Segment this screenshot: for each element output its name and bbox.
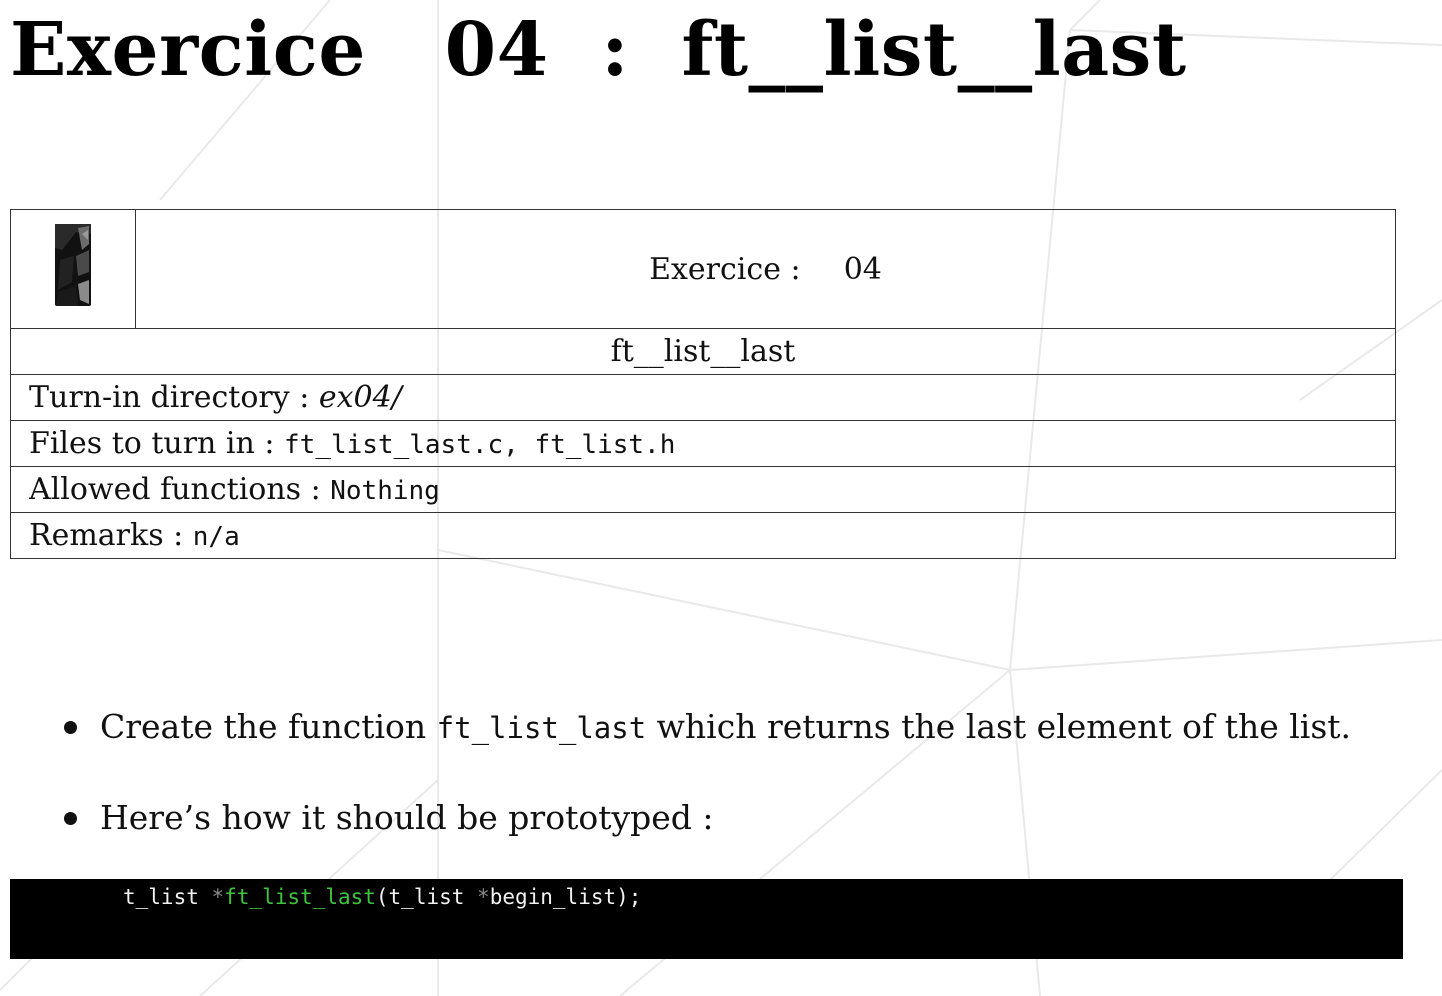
turn-in-label: Turn-in directory : xyxy=(29,380,319,415)
instruction-function-name: ft_list_last xyxy=(436,711,647,745)
exercise-number: 04 xyxy=(843,251,882,287)
exercise-header-table: Exercice : 04 ft__list__last Turn-in dir… xyxy=(10,209,1396,559)
files-value: ft_list_last.c, ft_list.h xyxy=(284,430,676,460)
files-cell: Files to turn in : ft_list_last.c, ft_li… xyxy=(10,420,1396,467)
table-row-remarks: Remarks : n/a xyxy=(10,512,1396,559)
remarks-cell: Remarks : n/a xyxy=(10,512,1396,559)
42-logo-icon xyxy=(55,224,91,306)
code-arg-pointer-star: * xyxy=(477,885,490,909)
files-label: Files to turn in : xyxy=(29,426,285,461)
instruction-prototype-text: Here’s how it should be prototyped : xyxy=(100,798,714,837)
turn-in-value: ex04/ xyxy=(318,380,402,415)
bullet-icon xyxy=(64,812,77,825)
turn-in-cell: Turn-in directory : ex04/ xyxy=(10,374,1396,421)
table-row-name: ft__list__last xyxy=(10,328,1396,375)
code-pointer-star: * xyxy=(211,885,225,909)
list-item: Here’s how it should be prototyped : xyxy=(58,791,1351,845)
table-row-files: Files to turn in : ft_list_last.c, ft_li… xyxy=(10,420,1396,467)
code-args-open: (t_list xyxy=(375,885,478,909)
instruction-text-post: which returns the last element of the li… xyxy=(646,707,1352,746)
remarks-value: n/a xyxy=(192,522,240,552)
exercise-number-cell: Exercice : 04 xyxy=(135,209,1396,329)
bullet-icon xyxy=(64,721,77,734)
table-row-header: Exercice : 04 xyxy=(10,209,1396,329)
list-item: Create the function ft_list_last which r… xyxy=(58,700,1351,754)
table-row-allowed: Allowed functions : Nothing xyxy=(10,466,1396,513)
instructions-list: Create the function ft_list_last which r… xyxy=(58,700,1351,882)
exercise-label: Exercice : xyxy=(649,251,801,287)
exercise-name: ft__list__last xyxy=(10,328,1396,375)
table-row-turn-in: Turn-in directory : ex04/ xyxy=(10,374,1396,421)
code-return-type: t_list xyxy=(123,885,212,909)
code-block: t_list *ft_list_last(t_list *begin_list)… xyxy=(10,879,1403,959)
allowed-value: Nothing xyxy=(330,476,440,506)
code-args-rest: begin_list); xyxy=(489,885,642,909)
page-title: Exercice 04 : ft__list__last xyxy=(10,7,1187,93)
logo-cell xyxy=(10,209,136,329)
code-function-name: ft_list_last xyxy=(224,885,376,909)
allowed-label: Allowed functions : xyxy=(29,472,331,507)
remarks-label: Remarks : xyxy=(29,518,193,553)
instruction-text-pre: Create the function xyxy=(100,707,437,746)
allowed-cell: Allowed functions : Nothing xyxy=(10,466,1396,513)
code-line: t_list *ft_list_last(t_list *begin_list)… xyxy=(123,885,641,909)
